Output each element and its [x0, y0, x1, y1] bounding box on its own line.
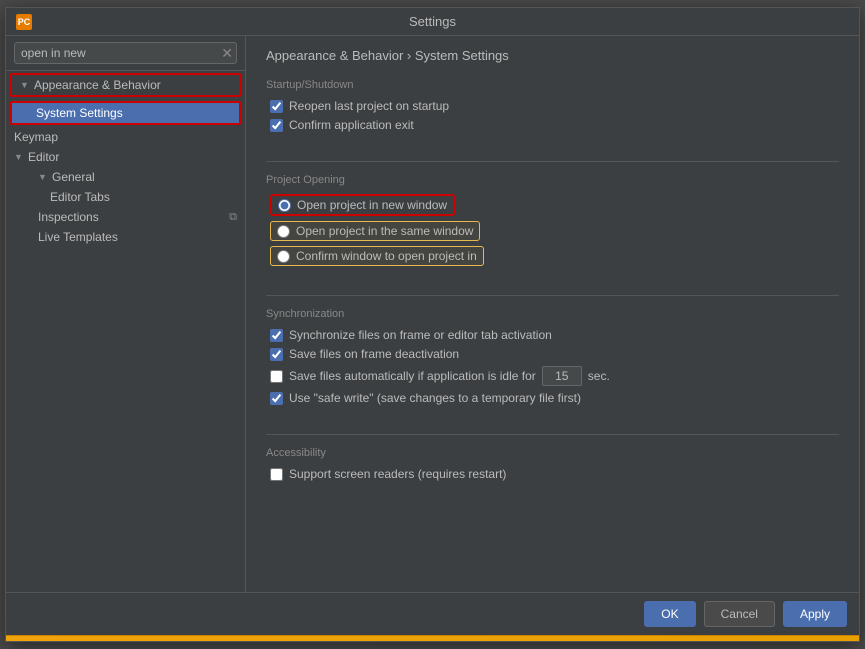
- reopen-row: Reopen last project on startup: [266, 99, 839, 113]
- screen-readers-checkbox[interactable]: [270, 468, 283, 481]
- sidebar-item-inspections[interactable]: Inspections ⧉: [6, 207, 245, 227]
- new-window-radio[interactable]: [278, 199, 291, 212]
- save-deactivation-label: Save files on frame deactivation: [289, 347, 459, 361]
- sidebar-item-keymap[interactable]: Keymap: [6, 127, 245, 147]
- search-wrapper: open in new ✕: [14, 42, 237, 64]
- sidebar-label-system-settings: System Settings: [36, 106, 123, 120]
- same-window-radio[interactable]: [277, 225, 290, 238]
- save-deactivation-checkbox[interactable]: [270, 348, 283, 361]
- reopen-checkbox[interactable]: [270, 100, 283, 113]
- search-container: open in new ✕: [6, 36, 245, 71]
- confirm-exit-label: Confirm application exit: [289, 118, 414, 132]
- dialog-title: Settings: [409, 14, 456, 29]
- sidebar-label-keymap: Keymap: [14, 130, 58, 144]
- title-bar: PC Settings: [6, 8, 859, 36]
- sidebar-label-editor: Editor: [28, 150, 59, 164]
- main-content: open in new ✕ ▼ Appearance & Behavior Sy…: [6, 36, 859, 592]
- sync-files-label: Synchronize files on frame or editor tab…: [289, 328, 552, 342]
- project-opening-section: Project Opening Open project in new wind…: [266, 170, 839, 271]
- project-opening-label: Project Opening: [266, 174, 839, 186]
- breadcrumb: Appearance & Behavior › System Settings: [266, 48, 839, 63]
- new-window-label: Open project in new window: [297, 198, 447, 212]
- sidebar: open in new ✕ ▼ Appearance & Behavior Sy…: [6, 36, 246, 592]
- apply-button[interactable]: Apply: [783, 601, 847, 627]
- sidebar-label-live-templates: Live Templates: [38, 230, 118, 244]
- divider-2: [266, 295, 839, 296]
- sidebar-item-general[interactable]: ▼ General: [6, 167, 245, 187]
- confirm-window-row: Confirm window to open project in: [266, 246, 839, 266]
- sidebar-label-editor-tabs: Editor Tabs: [50, 190, 110, 204]
- safe-write-label: Use "safe write" (save changes to a temp…: [289, 391, 581, 405]
- new-window-highlight: Open project in new window: [270, 194, 455, 216]
- new-window-row: Open project in new window: [266, 194, 839, 216]
- save-idle-checkbox[interactable]: [270, 370, 283, 383]
- confirm-exit-checkbox[interactable]: [270, 119, 283, 132]
- same-window-label: Open project in the same window: [296, 224, 473, 238]
- sidebar-item-editor-tabs[interactable]: Editor Tabs: [6, 187, 245, 207]
- search-clear-icon[interactable]: ✕: [221, 46, 233, 60]
- cancel-button[interactable]: Cancel: [704, 601, 775, 627]
- accessibility-label: Accessibility: [266, 447, 839, 459]
- safe-write-checkbox[interactable]: [270, 392, 283, 405]
- content-area: Appearance & Behavior › System Settings …: [246, 36, 859, 592]
- bottom-status-bar: [6, 635, 859, 641]
- same-window-row: Open project in the same window: [266, 221, 839, 241]
- divider-3: [266, 434, 839, 435]
- collapse-icon: ▼: [20, 80, 30, 90]
- confirm-exit-row: Confirm application exit: [266, 118, 839, 132]
- save-deactivation-row: Save files on frame deactivation: [266, 347, 839, 361]
- footer: OK Cancel Apply: [6, 592, 859, 635]
- confirm-window-label: Confirm window to open project in: [296, 249, 477, 263]
- sidebar-item-editor[interactable]: ▼ Editor: [6, 147, 245, 167]
- app-icon: PC: [16, 14, 32, 30]
- screen-readers-label: Support screen readers (requires restart…: [289, 467, 506, 481]
- screen-readers-row: Support screen readers (requires restart…: [266, 467, 839, 481]
- save-idle-label: Save files automatically if application …: [289, 369, 536, 383]
- confirm-window-highlight: Confirm window to open project in: [270, 246, 484, 266]
- collapse-icon-editor: ▼: [14, 152, 24, 162]
- sidebar-label-appearance: Appearance & Behavior: [34, 78, 161, 92]
- sidebar-item-system-settings[interactable]: System Settings: [10, 101, 241, 125]
- confirm-window-radio[interactable]: [277, 250, 290, 263]
- divider-1: [266, 161, 839, 162]
- idle-suffix: sec.: [588, 369, 610, 383]
- save-idle-row: Save files automatically if application …: [266, 366, 839, 386]
- accessibility-section: Accessibility Support screen readers (re…: [266, 443, 839, 486]
- sidebar-item-live-templates[interactable]: Live Templates: [6, 227, 245, 247]
- idle-seconds-input[interactable]: [542, 366, 582, 386]
- collapse-icon-general: ▼: [38, 172, 48, 182]
- safe-write-row: Use "safe write" (save changes to a temp…: [266, 391, 839, 405]
- ok-button[interactable]: OK: [644, 601, 695, 627]
- synchronization-label: Synchronization: [266, 308, 839, 320]
- sidebar-label-general: General: [52, 170, 95, 184]
- startup-shutdown-label: Startup/Shutdown: [266, 79, 839, 91]
- sidebar-item-appearance-behavior[interactable]: ▼ Appearance & Behavior: [10, 73, 241, 97]
- sync-files-checkbox[interactable]: [270, 329, 283, 342]
- synchronization-section: Synchronization Synchronize files on fra…: [266, 304, 839, 410]
- search-input[interactable]: open in new: [14, 42, 237, 64]
- sidebar-label-inspections: Inspections: [38, 210, 99, 224]
- same-window-highlight: Open project in the same window: [270, 221, 480, 241]
- settings-dialog: PC Settings open in new ✕ ▼ Appearance &…: [5, 7, 860, 642]
- copy-icon: ⧉: [229, 211, 237, 224]
- startup-shutdown-section: Startup/Shutdown Reopen last project on …: [266, 75, 839, 137]
- reopen-label: Reopen last project on startup: [289, 99, 449, 113]
- sync-files-row: Synchronize files on frame or editor tab…: [266, 328, 839, 342]
